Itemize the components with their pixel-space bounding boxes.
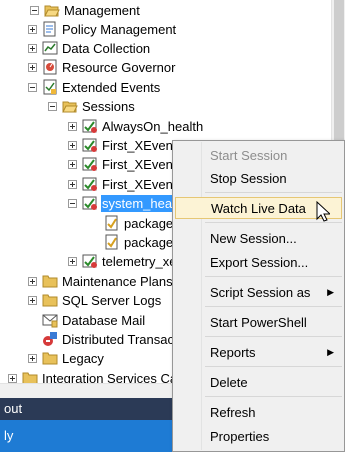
- menu-item-stop-session[interactable]: Stop Session: [175, 167, 342, 189]
- expand-toggle[interactable]: [28, 62, 37, 72]
- menu-item-delete[interactable]: Delete: [175, 371, 342, 393]
- menu-item-start-session[interactable]: Start Session: [175, 144, 342, 166]
- menu-separator: [205, 306, 342, 307]
- menu-separator: [205, 366, 342, 367]
- collapse-toggle[interactable]: [30, 5, 39, 15]
- expand-toggle[interactable]: [28, 353, 37, 363]
- session-icon: [82, 156, 98, 172]
- tree-node-alwayson-health[interactable]: AlwaysOn_health: [68, 116, 204, 136]
- expand-toggle[interactable]: [68, 159, 77, 169]
- session-icon: [82, 137, 98, 153]
- bottom-panel-title: out: [4, 401, 23, 416]
- folder-open-icon: [44, 2, 60, 18]
- session-icon: [82, 253, 98, 269]
- expand-toggle[interactable]: [28, 43, 37, 53]
- menu-item-start-powershell[interactable]: Start PowerShell: [175, 311, 342, 333]
- expand-toggle[interactable]: [68, 256, 77, 266]
- tree-node-sql-server-logs[interactable]: SQL Server Logs: [28, 290, 162, 310]
- tree-node-legacy[interactable]: Legacy: [28, 348, 105, 368]
- folder-icon: [42, 292, 58, 308]
- expand-toggle[interactable]: [28, 24, 37, 34]
- tree-node-label: Data Collection: [62, 40, 151, 56]
- collapse-toggle[interactable]: [48, 101, 57, 111]
- tree-node-label: Management: [64, 2, 140, 18]
- menu-item-label: Stop Session: [210, 170, 287, 186]
- tree-node-management[interactable]: Management: [30, 0, 141, 20]
- menu-item-label: Start Session: [210, 147, 288, 163]
- menu-item-new-session[interactable]: New Session...: [175, 227, 342, 249]
- session-icon: [82, 118, 98, 134]
- submenu-arrow-icon: ▶: [327, 346, 334, 357]
- menu-item-label: Export Session...: [210, 254, 309, 270]
- expand-toggle[interactable]: [68, 140, 77, 150]
- policy-icon: [42, 21, 58, 37]
- session-icon: [82, 195, 98, 211]
- target-icon: [104, 234, 120, 250]
- menu-separator: [205, 396, 342, 397]
- expand-toggle[interactable]: [68, 121, 77, 131]
- tree-node-label: SQL Server Logs: [62, 292, 162, 308]
- menu-item-label: New Session...: [210, 230, 297, 246]
- tree-node-maintenance-plans[interactable]: Maintenance Plans: [28, 271, 174, 291]
- tree-node-label: Maintenance Plans: [62, 273, 173, 289]
- menu-item-script-session-as[interactable]: Script Session as ▶: [175, 281, 342, 303]
- tree-node-label: Legacy: [62, 350, 104, 366]
- dtc-icon: [42, 331, 58, 347]
- collapse-toggle[interactable]: [28, 82, 37, 92]
- tree-node-policy-management[interactable]: Policy Management: [28, 19, 177, 39]
- folder-open-icon: [62, 98, 78, 114]
- menu-separator: [205, 276, 342, 277]
- database-mail-icon: [42, 312, 58, 328]
- session-icon: [82, 176, 98, 192]
- tree-node-data-collection[interactable]: Data Collection: [28, 38, 151, 58]
- menu-item-label: Reports: [210, 344, 256, 360]
- menu-item-label: Start PowerShell: [210, 314, 307, 330]
- menu-item-properties[interactable]: Properties: [175, 425, 342, 447]
- menu-item-label: Properties: [210, 428, 270, 444]
- tree-node-label: AlwaysOn_health: [102, 118, 204, 134]
- tree-node-resource-governor[interactable]: Resource Governor: [28, 57, 176, 77]
- tree-node-system-health[interactable]: system_health: [68, 193, 188, 213]
- menu-separator: [205, 192, 342, 193]
- mouse-pointer-icon: [316, 200, 332, 226]
- status-bar-text: ly: [4, 428, 14, 443]
- tree-node-label: Sessions: [82, 98, 135, 114]
- menu-item-label: Refresh: [210, 404, 256, 420]
- tree-node-label: Database Mail: [62, 312, 146, 328]
- menu-item-label: Watch Live Data: [211, 200, 306, 216]
- context-menu: Start Session Stop Session Watch Live Da…: [172, 140, 345, 452]
- menu-item-reports[interactable]: Reports ▶: [175, 341, 342, 363]
- menu-item-label: Delete: [210, 374, 248, 390]
- tree-node-label: Policy Management: [62, 21, 177, 37]
- menu-item-export-session[interactable]: Export Session...: [175, 251, 342, 273]
- tree-node-sessions[interactable]: Sessions: [48, 96, 136, 116]
- menu-item-refresh[interactable]: Refresh: [175, 401, 342, 423]
- expand-toggle[interactable]: [68, 179, 77, 189]
- target-icon: [104, 215, 120, 231]
- resource-governor-icon: [42, 59, 58, 75]
- collapse-toggle[interactable]: [68, 198, 77, 208]
- tree-node-label: Extended Events: [62, 79, 161, 95]
- folder-icon: [42, 350, 58, 366]
- tree-node-extended-events[interactable]: Extended Events: [28, 77, 161, 97]
- expand-toggle[interactable]: [28, 295, 37, 305]
- tree-node-label: Resource Governor: [62, 59, 176, 75]
- expand-toggle[interactable]: [28, 276, 37, 286]
- expand-toggle[interactable]: [8, 373, 17, 383]
- tree-node-database-mail[interactable]: Database Mail: [42, 310, 146, 330]
- data-collection-icon: [42, 40, 58, 56]
- menu-item-label: Script Session as: [210, 284, 311, 300]
- extended-events-icon: [42, 79, 58, 95]
- submenu-arrow-icon: ▶: [327, 286, 334, 297]
- menu-separator: [205, 336, 342, 337]
- folder-icon: [42, 273, 58, 289]
